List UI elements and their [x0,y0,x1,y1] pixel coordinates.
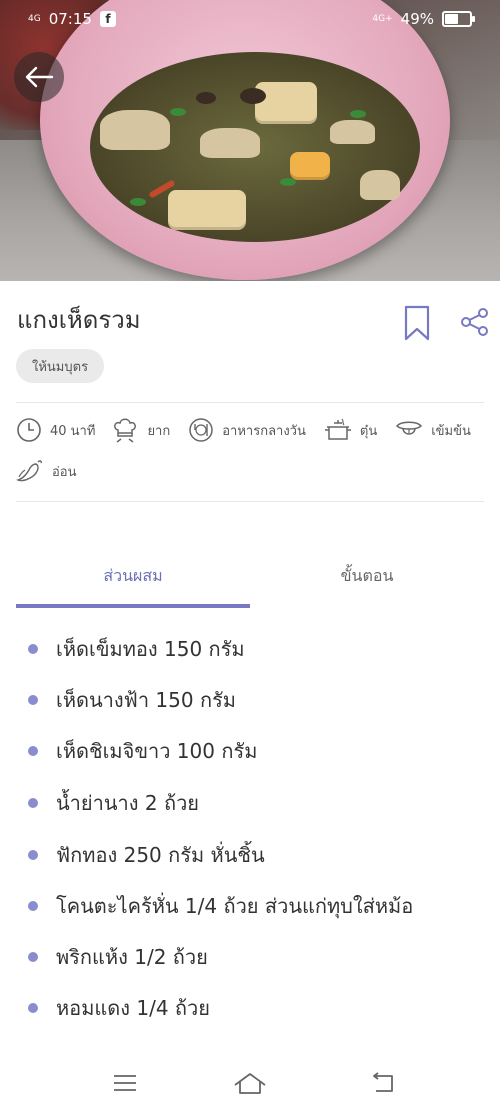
ingredient-item: ฟักทอง 250 กรัม หั่นชิ้น [28,839,265,871]
hero-dark-mushroom [240,88,266,104]
hero-herb [280,178,296,186]
bullet-dot [28,850,38,860]
bookmark-button[interactable] [404,305,430,345]
ingredient-text: ฟักทอง 250 กรัม หั่นชิ้น [56,843,265,867]
pot-icon [324,418,351,440]
share-icon [461,308,488,336]
bullet-dot [28,952,38,962]
recipe-meta-row: 40 นาที ยาก อาหารกลางวัน ตุ๋น เข้มข้น [16,416,471,444]
home-icon [234,1073,266,1094]
facebook-notification-icon: f [99,11,116,27]
ingredient-item: หอมแดง 1/4 ถ้วย [28,992,210,1024]
hero-pumpkin-piece [290,152,330,180]
meta-spice-label: อ่อน [52,464,77,480]
tongue-icon [396,421,423,435]
bullet-dot [28,901,38,911]
meta-time: 40 นาที [16,417,95,443]
ingredient-item: โคนตะไคร้หั่น 1/4 ถ้วย ส่วนแก่ทุบใส่หม้อ [28,890,413,922]
hero-herb [130,198,146,206]
hero-bamboo-piece [168,190,246,230]
ingredient-item: เห็ดชิเมจิขาว 100 กรัม [28,735,257,767]
ingredient-item: น้ำย่านาง 2 ถ้วย [28,787,199,819]
ingredient-text: โคนตะไคร้หั่น 1/4 ถ้วย ส่วนแก่ทุบใส่หม้อ [56,894,414,918]
plate-utensils-icon [189,418,213,442]
recipe-hero-image [0,0,500,281]
ingredient-text: เห็ดชิเมจิขาว 100 กรัม [56,739,258,763]
ingredient-text: พริกแห้ง 1/2 ถ้วย [56,945,208,969]
recipe-title: แกงเห็ดรวม [17,306,141,334]
battery-icon [442,11,475,27]
meta-texture: เข้มข้น [395,418,471,442]
ingredient-item: เห็ดนางฟ้า 150 กรัม [28,684,236,716]
share-button[interactable] [460,307,490,341]
ingredient-item: พริกแห้ง 1/2 ถ้วย [28,941,208,973]
arrow-left-icon [25,66,54,88]
bullet-dot [28,1003,38,1013]
network-indicator-left: 4G [28,13,41,24]
meta-texture-label: เข้มข้น [431,423,471,439]
battery-fill [445,14,458,24]
chef-hat-icon [114,418,137,443]
hero-dark-mushroom [196,92,216,104]
hero-mushroom [100,110,170,150]
hero-herb [350,110,366,118]
recipe-tag[interactable]: ให้นมบุตร [16,349,105,383]
hero-mushroom [360,170,400,200]
divider [16,402,484,403]
meta-spice: อ่อน [16,458,77,484]
meta-meal-label: อาหารกลางวัน [222,423,306,439]
menu-icon [114,1075,136,1091]
bullet-dot [28,644,38,654]
battery-percent: 49% [400,10,434,28]
ingredient-text: น้ำย่านาง 2 ถ้วย [56,791,200,815]
ingredient-text: เห็ดเข็มทอง 150 กรัม [56,637,245,661]
ingredient-item: เห็ดเข็มทอง 150 กรัม [28,633,245,665]
back-button[interactable] [14,52,64,102]
meta-method: ตุ๋น [324,417,377,443]
ingredient-text: หอมแดง 1/4 ถ้วย [56,996,210,1020]
hero-bamboo-piece [255,82,317,124]
hero-mushroom [330,120,375,144]
bullet-dot [28,798,38,808]
ingredient-text: เห็ดนางฟ้า 150 กรัม [56,688,236,712]
hero-mushroom [200,128,260,158]
home-button[interactable] [230,1068,270,1098]
meta-time-label: 40 นาที [50,423,96,439]
return-button[interactable] [362,1068,402,1098]
system-navigation-bar [0,1054,500,1111]
status-bar: 4G 07:15 f 4G+ 49% [0,0,500,40]
bookmark-icon [404,305,430,341]
network-indicator-right: 4G+ [372,13,393,24]
chili-icon [16,460,42,482]
tab-active-indicator [16,604,250,608]
bullet-dot [28,746,38,756]
tab-ingredients[interactable]: ส่วนผสม [16,564,250,589]
menu-button[interactable] [105,1068,145,1098]
recipe-meta-row-2: อ่อน [16,458,77,484]
divider [16,501,484,502]
meta-difficulty: ยาก [111,416,170,444]
tab-steps[interactable]: ขั้นตอน [250,564,484,589]
hero-herb [170,108,186,116]
return-icon [373,1072,393,1092]
status-time: 07:15 [48,10,92,28]
clock-icon [17,418,41,442]
meta-difficulty-label: ยาก [147,423,171,439]
meta-meal: อาหารกลางวัน [188,417,306,443]
meta-method-label: ตุ๋น [359,423,378,439]
bullet-dot [28,695,38,705]
